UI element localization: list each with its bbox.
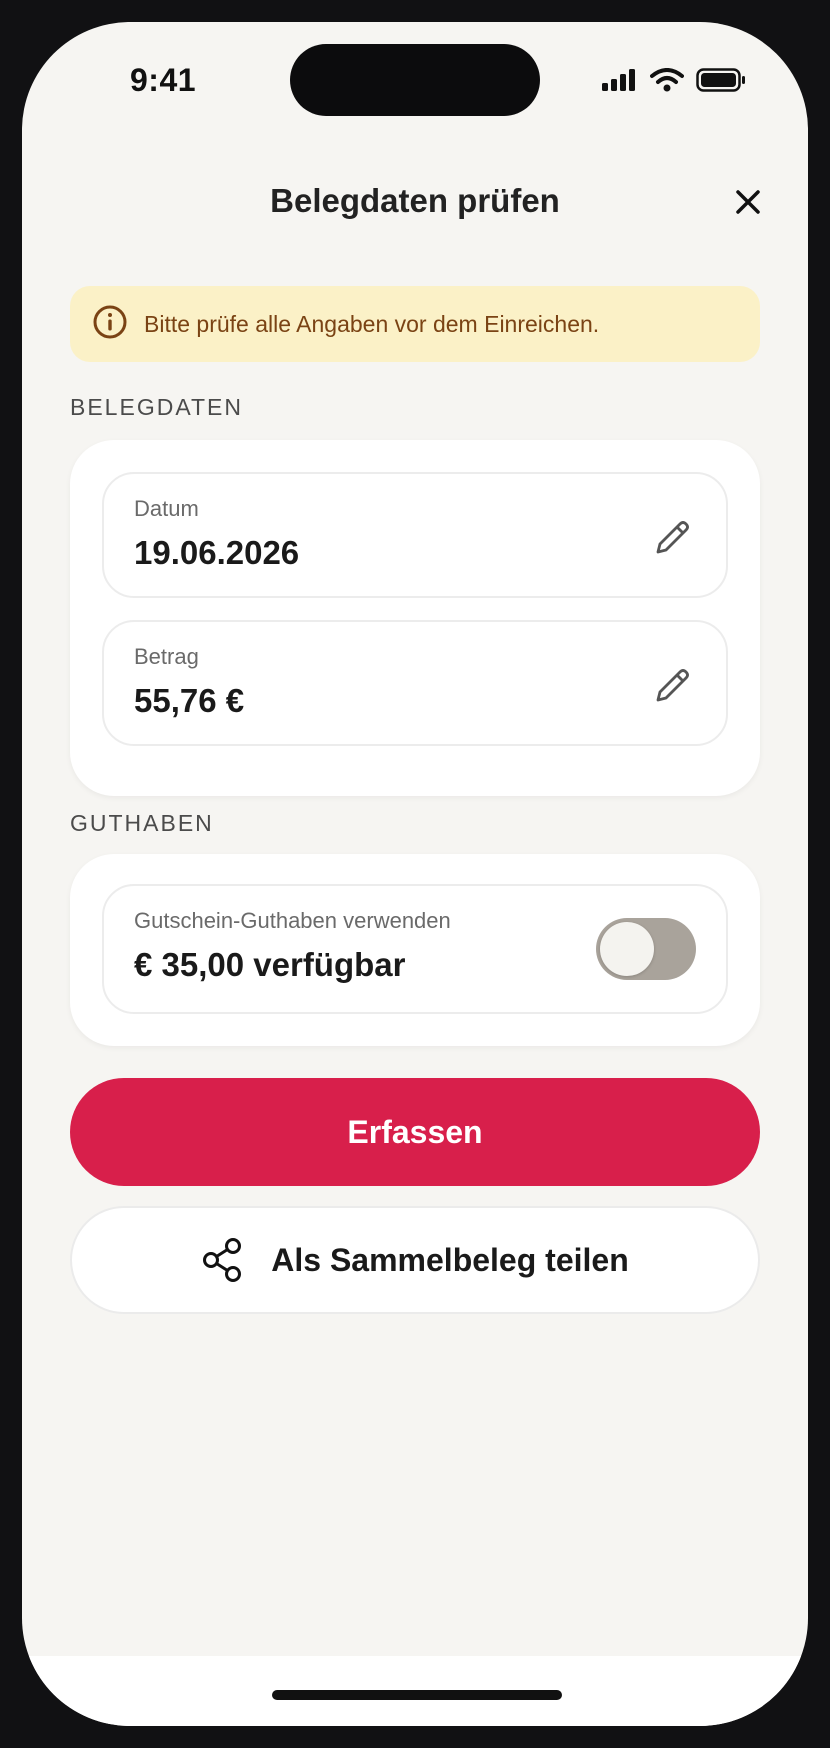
guthaben-card: Gutschein-Guthaben verwenden € 35,00 ver… — [70, 854, 760, 1046]
pencil-icon — [650, 521, 694, 564]
edit-amount-button[interactable] — [650, 664, 694, 708]
date-label: Datum — [134, 496, 199, 521]
battery-icon — [696, 68, 746, 97]
section-label-belegdaten: BELEGDATEN — [70, 394, 243, 420]
status-icons — [602, 68, 746, 97]
status-time: 9:41 — [130, 62, 197, 98]
close-icon — [734, 188, 762, 221]
phone-screen: 9:41 Belegdaten prüfen Bitte prüfe alle … — [22, 22, 808, 1726]
amount-value: 55,76 € — [134, 682, 245, 719]
section-label-guthaben: GUTHABEN — [70, 810, 214, 836]
signal-icon — [602, 69, 638, 96]
info-banner: Bitte prüfe alle Angaben vor dem Einreic… — [70, 286, 760, 362]
voucher-credit-toggle[interactable] — [596, 918, 696, 980]
page-title: Belegdaten prüfen — [270, 182, 560, 219]
edit-date-button[interactable] — [650, 516, 694, 560]
share-collective-receipt-button[interactable]: Als Sammelbeleg teilen — [70, 1206, 760, 1314]
belegdaten-card: Datum 19.06.2026 Betrag 55,76 € — [70, 440, 760, 796]
share-icon — [201, 1237, 245, 1283]
amount-field[interactable]: Betrag 55,76 € — [102, 620, 728, 746]
pencil-icon — [650, 669, 694, 712]
submit-button[interactable]: Erfassen — [70, 1078, 760, 1186]
dynamic-island — [290, 44, 540, 116]
date-field[interactable]: Datum 19.06.2026 — [102, 472, 728, 598]
voucher-credit-row: Gutschein-Guthaben verwenden € 35,00 ver… — [102, 884, 728, 1014]
voucher-credit-value: € 35,00 verfügbar — [134, 946, 406, 983]
date-value: 19.06.2026 — [134, 534, 300, 571]
voucher-credit-label: Gutschein-Guthaben verwenden — [134, 908, 451, 933]
home-indicator[interactable] — [272, 1690, 562, 1700]
home-area — [22, 1656, 808, 1726]
info-banner-text: Bitte prüfe alle Angaben vor dem Einreic… — [144, 310, 600, 337]
share-button-label: Als Sammelbeleg teilen — [271, 1241, 629, 1278]
amount-label: Betrag — [134, 644, 199, 669]
close-button[interactable] — [728, 184, 768, 224]
info-icon — [92, 304, 128, 345]
toggle-knob — [600, 922, 654, 976]
wifi-icon — [650, 68, 684, 97]
